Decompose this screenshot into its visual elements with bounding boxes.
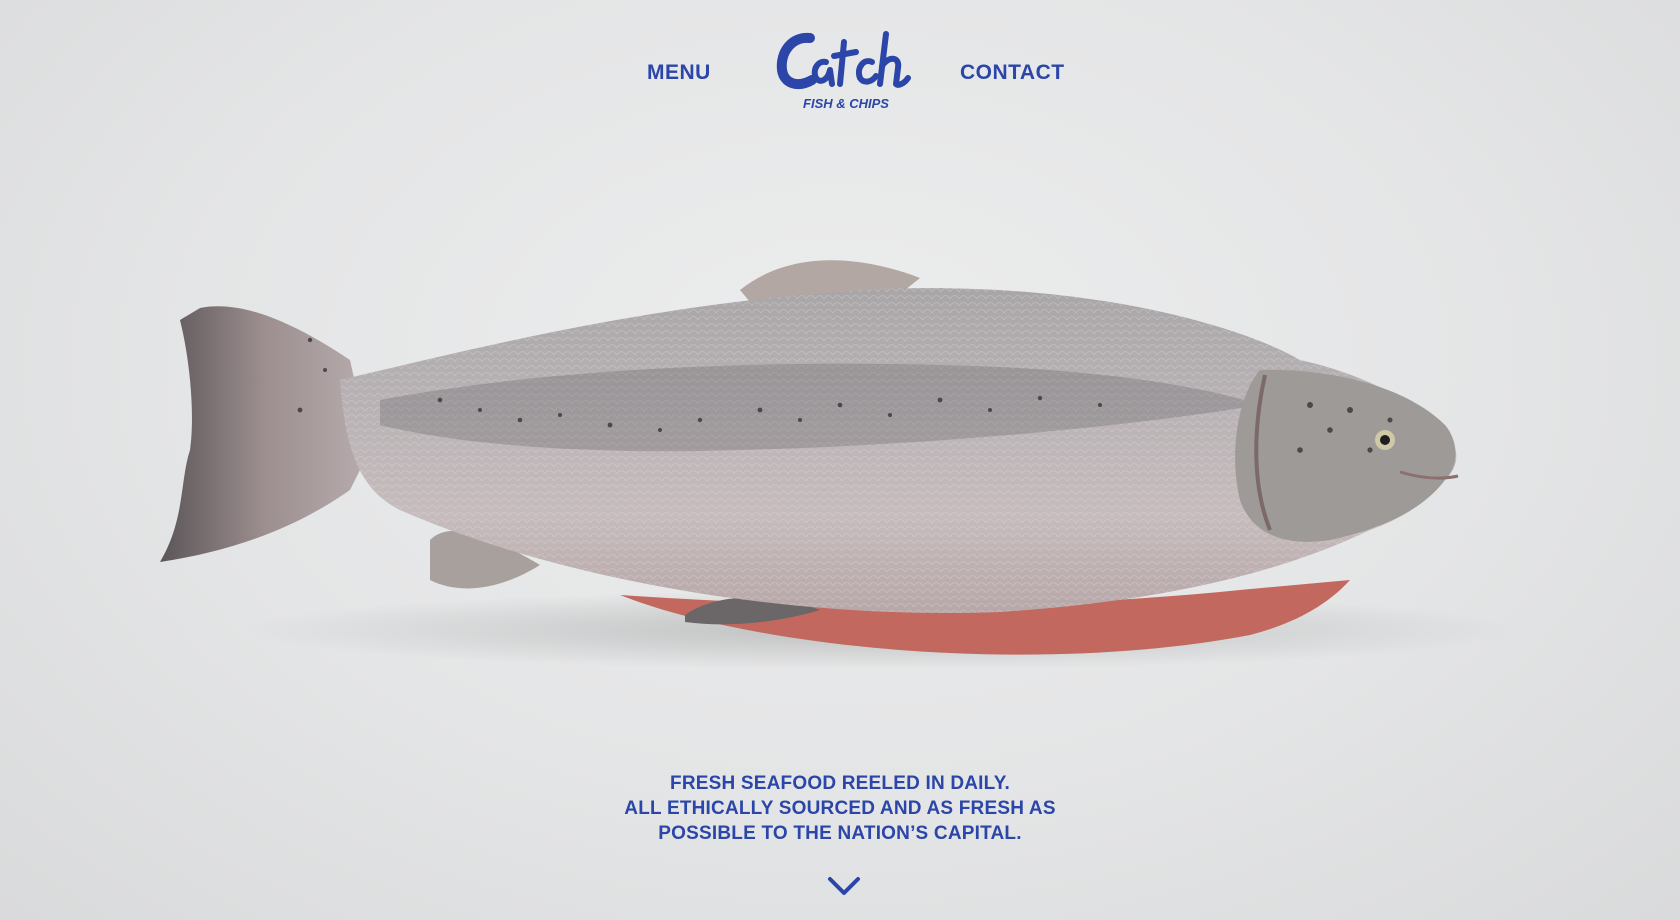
logo-subtitle: FISH & CHIPS <box>803 96 889 111</box>
tagline-line-1: FRESH SEAFOOD REELED IN DAILY. <box>670 773 1010 794</box>
tagline-line-3: POSSIBLE TO THE NATION’S CAPITAL. <box>658 823 1022 844</box>
logo-wordmark <box>776 31 911 90</box>
tagline-line-2: ALL ETHICALLY SOURCED AND AS FRESH AS <box>624 798 1056 819</box>
nav-menu-link[interactable]: MENU <box>647 61 711 85</box>
chevron-down-icon[interactable] <box>826 874 862 898</box>
salmon-hero-image <box>160 260 1520 670</box>
hero-section: MENU FISH & CHIPS CONTACT FRESH SEAFOOD … <box>0 0 1680 920</box>
catch-logo[interactable]: FISH & CHIPS <box>772 26 920 116</box>
hero-tagline: FRESH SEAFOOD REELED IN DAILY. ALL ETHIC… <box>540 771 1140 846</box>
nav-contact-link[interactable]: CONTACT <box>960 61 1065 85</box>
